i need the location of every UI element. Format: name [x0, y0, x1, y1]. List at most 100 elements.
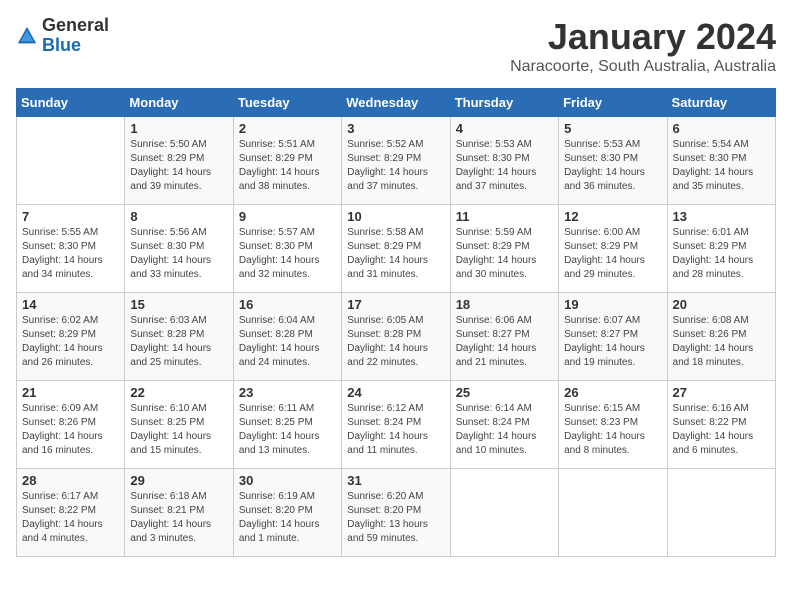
day-number: 16: [239, 297, 336, 312]
cell-content: Sunrise: 5:58 AMSunset: 8:29 PMDaylight:…: [347, 226, 444, 282]
calendar-week-4: 21 Sunrise: 6:09 AMSunset: 8:26 PMDayligh…: [17, 381, 776, 469]
calendar-cell: 26 Sunrise: 6:15 AMSunset: 8:23 PMDayligh…: [559, 381, 667, 469]
cell-content: Sunrise: 6:01 AMSunset: 8:29 PMDaylight:…: [673, 226, 770, 282]
day-number: 14: [22, 297, 119, 312]
calendar-cell: 11 Sunrise: 5:59 AMSunset: 8:29 PMDayligh…: [450, 205, 558, 293]
day-number: 9: [239, 209, 336, 224]
day-header-tuesday: Tuesday: [233, 89, 341, 117]
title-section: January 2024 Naracoorte, South Australia…: [510, 16, 776, 76]
day-header-monday: Monday: [125, 89, 233, 117]
day-number: 12: [564, 209, 661, 224]
day-number: 19: [564, 297, 661, 312]
day-number: 18: [456, 297, 553, 312]
day-number: 11: [456, 209, 553, 224]
calendar-cell: 14Sunrise: 6:02 AMSunset: 8:29 PMDayligh…: [17, 293, 125, 381]
calendar-cell: 18Sunrise: 6:06 AMSunset: 8:27 PMDayligh…: [450, 293, 558, 381]
day-number: 10: [347, 209, 444, 224]
day-number: 27: [673, 385, 770, 400]
cell-content: Sunrise: 5:53 AMSunset: 8:30 PMDaylight:…: [564, 138, 661, 194]
day-number: 6: [673, 121, 770, 136]
calendar-cell: 28Sunrise: 6:17 AMSunset: 8:22 PMDayligh…: [17, 469, 125, 557]
calendar-cell: 21 Sunrise: 6:09 AMSunset: 8:26 PMDayligh…: [17, 381, 125, 469]
calendar-cell: 31 Sunrise: 6:20 AMSunset: 8:20 PMDayligh…: [342, 469, 450, 557]
calendar-cell: [450, 469, 558, 557]
day-number: 5: [564, 121, 661, 136]
calendar-cell: 25 Sunrise: 6:14 AMSunset: 8:24 PMDayligh…: [450, 381, 558, 469]
day-number: 1: [130, 121, 227, 136]
calendar-cell: 22Sunrise: 6:10 AMSunset: 8:25 PMDayligh…: [125, 381, 233, 469]
cell-content: Sunrise: 6:15 AMSunset: 8:23 PMDaylight:…: [564, 402, 661, 458]
cell-content: Sunrise: 5:52 AMSunset: 8:29 PMDaylight:…: [347, 138, 444, 194]
calendar-cell: 2 Sunrise: 5:51 AMSunset: 8:29 PMDaylight…: [233, 117, 341, 205]
cell-content: Sunrise: 6:12 AMSunset: 8:24 PMDaylight:…: [347, 402, 444, 458]
cell-content: Sunrise: 5:57 AMSunset: 8:30 PMDaylight:…: [239, 226, 336, 282]
calendar-week-1: 1 Sunrise: 5:50 AMSunset: 8:29 PMDaylight…: [17, 117, 776, 205]
day-number: 4: [456, 121, 553, 136]
day-number: 29: [130, 473, 227, 488]
day-number: 26: [564, 385, 661, 400]
day-number: 13: [673, 209, 770, 224]
cell-content: Sunrise: 5:51 AMSunset: 8:29 PMDaylight:…: [239, 138, 336, 194]
cell-content: Sunrise: 5:50 AMSunset: 8:29 PMDaylight:…: [130, 138, 227, 194]
calendar-cell: 3 Sunrise: 5:52 AMSunset: 8:29 PMDaylight…: [342, 117, 450, 205]
cell-content: Sunrise: 6:20 AMSunset: 8:20 PMDaylight:…: [347, 490, 444, 546]
day-number: 21: [22, 385, 119, 400]
cell-content: Sunrise: 5:55 AMSunset: 8:30 PMDaylight:…: [22, 226, 119, 282]
day-header-sunday: Sunday: [17, 89, 125, 117]
cell-content: Sunrise: 6:19 AMSunset: 8:20 PMDaylight:…: [239, 490, 336, 546]
calendar-cell: [667, 469, 775, 557]
day-number: 28: [22, 473, 119, 488]
cell-content: Sunrise: 6:11 AMSunset: 8:25 PMDaylight:…: [239, 402, 336, 458]
day-number: 2: [239, 121, 336, 136]
calendar-cell: 8Sunrise: 5:56 AMSunset: 8:30 PMDaylight…: [125, 205, 233, 293]
day-number: 3: [347, 121, 444, 136]
calendar-cell: 13 Sunrise: 6:01 AMSunset: 8:29 PMDayligh…: [667, 205, 775, 293]
day-header-friday: Friday: [559, 89, 667, 117]
cell-content: Sunrise: 6:03 AMSunset: 8:28 PMDaylight:…: [130, 314, 227, 370]
cell-content: Sunrise: 6:05 AMSunset: 8:28 PMDaylight:…: [347, 314, 444, 370]
day-header-saturday: Saturday: [667, 89, 775, 117]
calendar-cell: [559, 469, 667, 557]
day-number: 25: [456, 385, 553, 400]
logo-general-text: General: [42, 16, 109, 36]
day-number: 23: [239, 385, 336, 400]
day-number: 30: [239, 473, 336, 488]
calendar-cell: 15 Sunrise: 6:03 AMSunset: 8:28 PMDayligh…: [125, 293, 233, 381]
day-number: 31: [347, 473, 444, 488]
calendar-cell: 1 Sunrise: 5:50 AMSunset: 8:29 PMDaylight…: [125, 117, 233, 205]
calendar-week-3: 14Sunrise: 6:02 AMSunset: 8:29 PMDayligh…: [17, 293, 776, 381]
calendar-cell: 9 Sunrise: 5:57 AMSunset: 8:30 PMDaylight…: [233, 205, 341, 293]
calendar-cell: 16 Sunrise: 6:04 AMSunset: 8:28 PMDayligh…: [233, 293, 341, 381]
month-title: January 2024: [510, 16, 776, 58]
cell-content: Sunrise: 6:04 AMSunset: 8:28 PMDaylight:…: [239, 314, 336, 370]
calendar-cell: 6 Sunrise: 5:54 AMSunset: 8:30 PMDaylight…: [667, 117, 775, 205]
cell-content: Sunrise: 5:59 AMSunset: 8:29 PMDaylight:…: [456, 226, 553, 282]
calendar-table: SundayMondayTuesdayWednesdayThursdayFrid…: [16, 88, 776, 557]
cell-content: Sunrise: 5:54 AMSunset: 8:30 PMDaylight:…: [673, 138, 770, 194]
header: General Blue January 2024 Naracoorte, So…: [16, 16, 776, 76]
calendar-cell: 29Sunrise: 6:18 AMSunset: 8:21 PMDayligh…: [125, 469, 233, 557]
cell-content: Sunrise: 6:00 AMSunset: 8:29 PMDaylight:…: [564, 226, 661, 282]
day-number: 20: [673, 297, 770, 312]
calendar-cell: 4 Sunrise: 5:53 AMSunset: 8:30 PMDaylight…: [450, 117, 558, 205]
calendar-header-row: SundayMondayTuesdayWednesdayThursdayFrid…: [17, 89, 776, 117]
calendar-week-5: 28Sunrise: 6:17 AMSunset: 8:22 PMDayligh…: [17, 469, 776, 557]
cell-content: Sunrise: 6:07 AMSunset: 8:27 PMDaylight:…: [564, 314, 661, 370]
day-number: 15: [130, 297, 227, 312]
cell-content: Sunrise: 6:08 AMSunset: 8:26 PMDaylight:…: [673, 314, 770, 370]
calendar-cell: 23 Sunrise: 6:11 AMSunset: 8:25 PMDayligh…: [233, 381, 341, 469]
cell-content: Sunrise: 6:14 AMSunset: 8:24 PMDaylight:…: [456, 402, 553, 458]
cell-content: Sunrise: 6:10 AMSunset: 8:25 PMDaylight:…: [130, 402, 227, 458]
logo-blue-text: Blue: [42, 36, 109, 56]
cell-content: Sunrise: 6:16 AMSunset: 8:22 PMDaylight:…: [673, 402, 770, 458]
calendar-cell: [17, 117, 125, 205]
calendar-body: 1 Sunrise: 5:50 AMSunset: 8:29 PMDaylight…: [17, 117, 776, 557]
calendar-cell: 17 Sunrise: 6:05 AMSunset: 8:28 PMDayligh…: [342, 293, 450, 381]
cell-content: Sunrise: 6:09 AMSunset: 8:26 PMDaylight:…: [22, 402, 119, 458]
calendar-week-2: 7Sunrise: 5:55 AMSunset: 8:30 PMDaylight…: [17, 205, 776, 293]
day-header-thursday: Thursday: [450, 89, 558, 117]
day-number: 8: [130, 209, 227, 224]
cell-content: Sunrise: 5:53 AMSunset: 8:30 PMDaylight:…: [456, 138, 553, 194]
logo-icon: [16, 25, 38, 47]
day-number: 17: [347, 297, 444, 312]
